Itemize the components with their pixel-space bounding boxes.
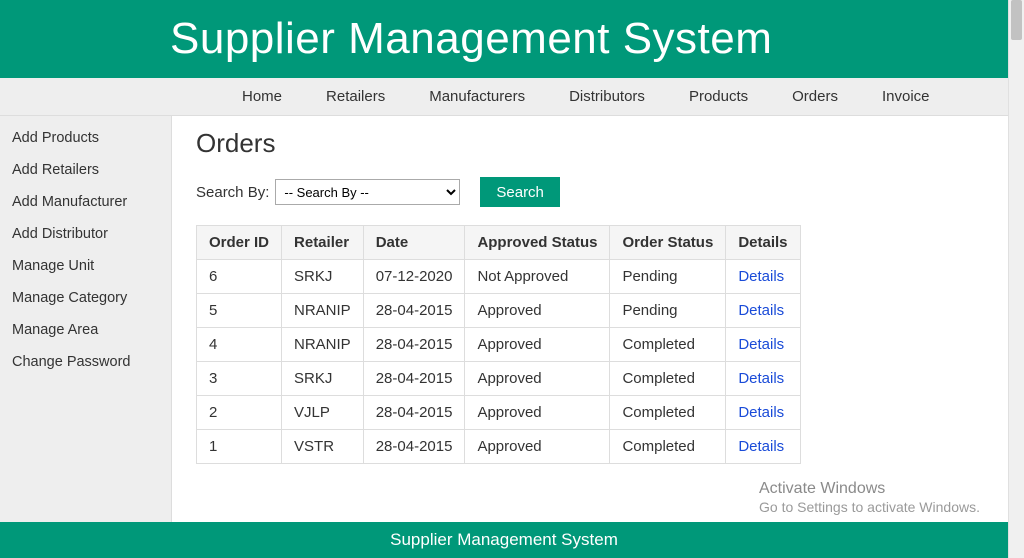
cell-retailer: NRANIP bbox=[282, 294, 364, 328]
cell-order-status: Pending bbox=[610, 294, 726, 328]
app-title: Supplier Management System bbox=[170, 14, 772, 64]
cell-date: 28-04-2015 bbox=[363, 430, 465, 464]
nav-manufacturers[interactable]: Manufacturers bbox=[407, 78, 547, 116]
table-row: 5 NRANIP 28-04-2015 Approved Pending Det… bbox=[197, 294, 801, 328]
col-date: Date bbox=[363, 226, 465, 260]
cell-date: 28-04-2015 bbox=[363, 396, 465, 430]
sidebar-item-manage-area[interactable]: Manage Area bbox=[0, 314, 171, 346]
cell-retailer: VJLP bbox=[282, 396, 364, 430]
table-row: 1 VSTR 28-04-2015 Approved Completed Det… bbox=[197, 430, 801, 464]
cell-approved-status: Approved bbox=[465, 396, 610, 430]
cell-date: 28-04-2015 bbox=[363, 294, 465, 328]
details-link[interactable]: Details bbox=[738, 370, 784, 387]
cell-order-id: 3 bbox=[197, 362, 282, 396]
orders-table: Order ID Retailer Date Approved Status O… bbox=[196, 225, 801, 464]
footer-banner: Supplier Management System bbox=[0, 522, 1008, 558]
cell-order-id: 2 bbox=[197, 396, 282, 430]
sidebar-item-add-products[interactable]: Add Products bbox=[0, 122, 171, 154]
cell-order-id: 5 bbox=[197, 294, 282, 328]
sidebar-item-change-password[interactable]: Change Password bbox=[0, 346, 171, 378]
cell-approved-status: Approved bbox=[465, 362, 610, 396]
sidebar-item-add-manufacturer[interactable]: Add Manufacturer bbox=[0, 186, 171, 218]
table-row: 4 NRANIP 28-04-2015 Approved Completed D… bbox=[197, 328, 801, 362]
sidebar-item-manage-unit[interactable]: Manage Unit bbox=[0, 250, 171, 282]
page-title: Orders bbox=[196, 128, 988, 159]
cell-order-status: Pending bbox=[610, 260, 726, 294]
cell-approved-status: Approved bbox=[465, 430, 610, 464]
cell-order-status: Completed bbox=[610, 430, 726, 464]
search-button[interactable]: Search bbox=[480, 177, 560, 207]
search-label: Search By: bbox=[196, 184, 269, 201]
nav-invoice[interactable]: Invoice bbox=[860, 78, 952, 116]
cell-approved-status: Approved bbox=[465, 328, 610, 362]
sidebar-item-add-retailers[interactable]: Add Retailers bbox=[0, 154, 171, 186]
vertical-scrollbar[interactable] bbox=[1008, 0, 1024, 558]
nav-products[interactable]: Products bbox=[667, 78, 770, 116]
cell-details: Details bbox=[726, 362, 800, 396]
nav-home[interactable]: Home bbox=[220, 78, 304, 116]
cell-retailer: VSTR bbox=[282, 430, 364, 464]
cell-order-id: 4 bbox=[197, 328, 282, 362]
cell-approved-status: Approved bbox=[465, 294, 610, 328]
col-details: Details bbox=[726, 226, 800, 260]
details-link[interactable]: Details bbox=[738, 438, 784, 455]
orders-table-header-row: Order ID Retailer Date Approved Status O… bbox=[197, 226, 801, 260]
cell-order-id: 1 bbox=[197, 430, 282, 464]
scrollbar-thumb[interactable] bbox=[1011, 0, 1022, 40]
cell-details: Details bbox=[726, 328, 800, 362]
cell-retailer: SRKJ bbox=[282, 362, 364, 396]
cell-order-id: 6 bbox=[197, 260, 282, 294]
footer-text: Supplier Management System bbox=[390, 530, 618, 550]
cell-approved-status: Not Approved bbox=[465, 260, 610, 294]
table-row: 6 SRKJ 07-12-2020 Not Approved Pending D… bbox=[197, 260, 801, 294]
search-by-select[interactable]: -- Search By -- bbox=[275, 179, 460, 205]
details-link[interactable]: Details bbox=[738, 404, 784, 421]
col-order-status: Order Status bbox=[610, 226, 726, 260]
cell-retailer: NRANIP bbox=[282, 328, 364, 362]
table-row: 3 SRKJ 28-04-2015 Approved Completed Det… bbox=[197, 362, 801, 396]
sidebar-item-manage-category[interactable]: Manage Category bbox=[0, 282, 171, 314]
col-retailer: Retailer bbox=[282, 226, 364, 260]
table-row: 2 VJLP 28-04-2015 Approved Completed Det… bbox=[197, 396, 801, 430]
cell-date: 28-04-2015 bbox=[363, 362, 465, 396]
sidebar-item-add-distributor[interactable]: Add Distributor bbox=[0, 218, 171, 250]
header-banner: Supplier Management System bbox=[0, 0, 1008, 78]
cell-details: Details bbox=[726, 260, 800, 294]
search-row: Search By: -- Search By -- Search bbox=[196, 177, 988, 207]
details-link[interactable]: Details bbox=[738, 302, 784, 319]
col-approved-status: Approved Status bbox=[465, 226, 610, 260]
cell-date: 28-04-2015 bbox=[363, 328, 465, 362]
cell-details: Details bbox=[726, 430, 800, 464]
details-link[interactable]: Details bbox=[738, 336, 784, 353]
cell-order-status: Completed bbox=[610, 362, 726, 396]
cell-retailer: SRKJ bbox=[282, 260, 364, 294]
cell-date: 07-12-2020 bbox=[363, 260, 465, 294]
cell-details: Details bbox=[726, 294, 800, 328]
nav-orders[interactable]: Orders bbox=[770, 78, 860, 116]
sidebar: Add Products Add Retailers Add Manufactu… bbox=[0, 116, 172, 522]
main-content: Orders Search By: -- Search By -- Search… bbox=[172, 116, 1008, 522]
nav-distributors[interactable]: Distributors bbox=[547, 78, 667, 116]
cell-details: Details bbox=[726, 396, 800, 430]
cell-order-status: Completed bbox=[610, 396, 726, 430]
col-order-id: Order ID bbox=[197, 226, 282, 260]
nav-retailers[interactable]: Retailers bbox=[304, 78, 407, 116]
top-nav: Home Retailers Manufacturers Distributor… bbox=[0, 78, 1008, 116]
cell-order-status: Completed bbox=[610, 328, 726, 362]
details-link[interactable]: Details bbox=[738, 268, 784, 285]
